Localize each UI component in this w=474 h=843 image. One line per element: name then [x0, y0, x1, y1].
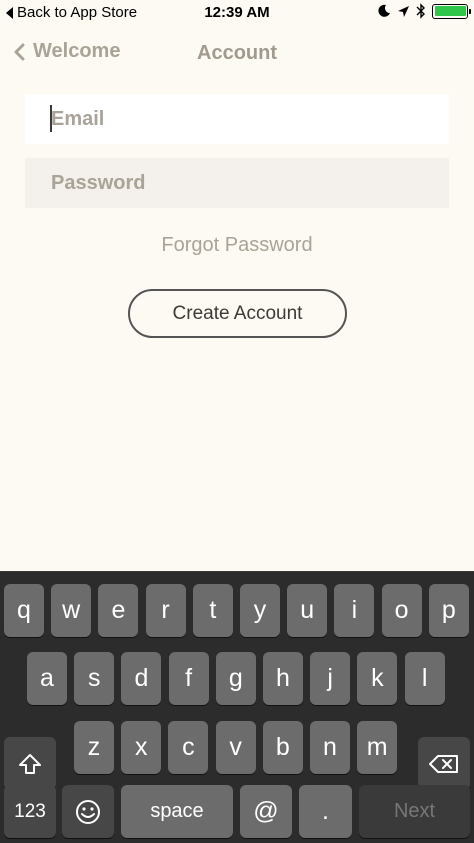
- create-account-button[interactable]: Create Account: [128, 289, 347, 338]
- key[interactable]: m: [357, 721, 398, 774]
- password-field[interactable]: [25, 158, 449, 208]
- key[interactable]: v: [215, 721, 256, 774]
- dot-key[interactable]: .: [299, 785, 352, 838]
- chevron-left-icon: [14, 43, 25, 60]
- key[interactable]: e: [98, 584, 139, 637]
- shift-icon: [19, 753, 41, 774]
- emoji-key[interactable]: [62, 785, 114, 838]
- backspace-icon: [429, 754, 458, 773]
- key[interactable]: y: [240, 584, 280, 637]
- key[interactable]: t: [192, 584, 233, 637]
- key[interactable]: b: [262, 721, 303, 774]
- text-cursor: [50, 105, 52, 132]
- numbers-key[interactable]: 123: [4, 785, 56, 838]
- key[interactable]: o: [381, 584, 422, 637]
- status-bar: Back to App Store 12:39 AM: [0, 0, 474, 26]
- key[interactable]: k: [357, 652, 398, 705]
- forgot-password-link[interactable]: Forgot Password: [0, 234, 474, 257]
- key[interactable]: u: [287, 584, 328, 637]
- key[interactable]: j: [310, 652, 351, 705]
- delete-key[interactable]: [418, 737, 470, 790]
- keyboard: qwertyuiop asdfghjkl zxcvbnm 123 space @…: [0, 571, 474, 843]
- nav-back-button[interactable]: Welcome: [14, 40, 120, 63]
- nav-back-label: Welcome: [33, 40, 121, 62]
- battery-icon: [432, 3, 471, 19]
- key[interactable]: l: [404, 652, 445, 705]
- bluetooth-icon: [416, 3, 425, 19]
- key[interactable]: s: [74, 652, 115, 705]
- key[interactable]: n: [310, 721, 350, 774]
- shift-key[interactable]: [4, 737, 56, 790]
- nav-bar: Welcome Account: [0, 26, 474, 82]
- email-field[interactable]: [25, 94, 449, 144]
- at-key[interactable]: @: [240, 785, 292, 838]
- key[interactable]: d: [121, 652, 162, 705]
- key[interactable]: f: [168, 652, 209, 705]
- key[interactable]: g: [215, 652, 256, 705]
- key[interactable]: r: [145, 584, 186, 637]
- next-key[interactable]: Next: [359, 785, 470, 838]
- key[interactable]: i: [334, 584, 375, 637]
- key[interactable]: p: [428, 584, 469, 637]
- location-icon: [398, 5, 409, 17]
- key[interactable]: h: [263, 652, 303, 705]
- key[interactable]: x: [121, 721, 162, 774]
- emoji-icon: [76, 799, 100, 824]
- key[interactable]: q: [4, 584, 44, 637]
- space-key[interactable]: space: [121, 785, 233, 838]
- key[interactable]: z: [74, 721, 114, 774]
- moon-icon: [378, 4, 390, 17]
- key[interactable]: c: [168, 721, 209, 774]
- status-icons: [377, 3, 471, 19]
- key[interactable]: w: [51, 584, 92, 637]
- key[interactable]: a: [27, 652, 67, 705]
